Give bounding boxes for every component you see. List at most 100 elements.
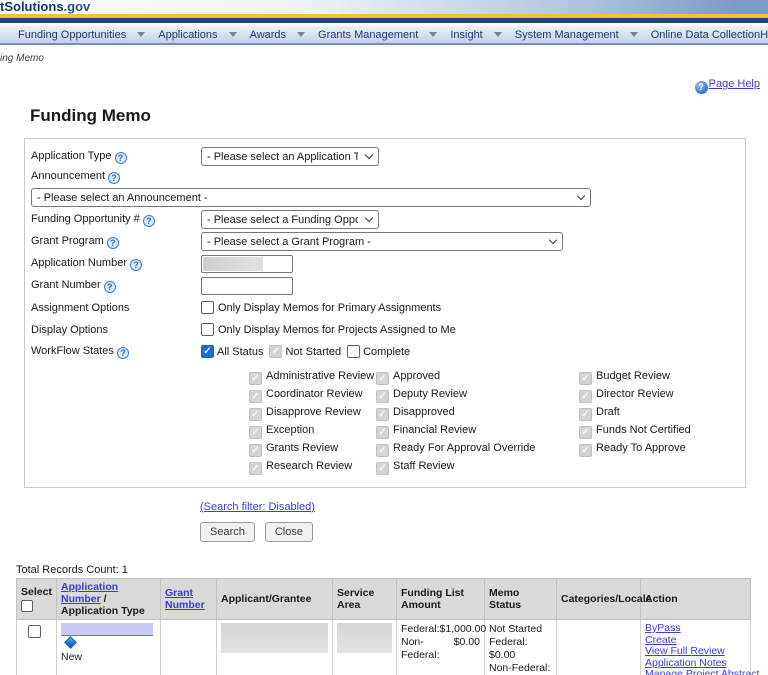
help-icon[interactable]: ? bbox=[107, 237, 119, 249]
info-diamond-icon[interactable] bbox=[64, 636, 77, 649]
all-status-checkbox[interactable]: ✓ bbox=[201, 345, 214, 358]
projects-assigned-checkbox[interactable]: ✓ bbox=[201, 323, 214, 336]
help-icon[interactable]: ? bbox=[117, 347, 129, 359]
header-separator: / bbox=[101, 593, 107, 605]
funding-opportunity-select[interactable]: - Please select a Funding Opportunity # … bbox=[201, 210, 379, 229]
help-icon[interactable]: ? bbox=[108, 172, 120, 184]
field-label: Application Type bbox=[31, 150, 112, 162]
grant-program-value: - Please select a Grant Program - bbox=[207, 236, 371, 248]
page-help-icon[interactable]: ? bbox=[695, 81, 708, 94]
search-button[interactable]: Search bbox=[200, 522, 255, 542]
grant-number-row: Grant Number? bbox=[31, 276, 739, 295]
grant-number-input[interactable] bbox=[201, 277, 293, 295]
chevron-down-icon[interactable] bbox=[630, 32, 638, 37]
application-type-row: Application Type? - Please select an App… bbox=[31, 147, 739, 166]
workflow-state-checkbox[interactable]: ✓ bbox=[376, 426, 389, 439]
chevron-down-icon[interactable] bbox=[494, 32, 502, 37]
application-type-select[interactable]: - Please select an Application Type - bbox=[201, 147, 379, 166]
site-logo[interactable]: tSolutions.gov bbox=[0, 0, 90, 14]
table-header-row: Select ✓ Application Number / Applicatio… bbox=[17, 579, 751, 620]
action-link-bypass[interactable]: ByPass bbox=[645, 623, 746, 635]
row-select-checkbox[interactable]: ✓ bbox=[28, 625, 41, 638]
workflow-state-label: Grants Review bbox=[266, 442, 338, 454]
breadcrumb: ing Memo bbox=[0, 53, 768, 64]
select-all-checkbox[interactable]: ✓ bbox=[21, 600, 33, 612]
help-icon[interactable]: ? bbox=[130, 259, 142, 271]
workflow-state-checkbox[interactable]: ✓ bbox=[376, 408, 389, 421]
chevron-down-icon[interactable] bbox=[229, 32, 237, 37]
workflow-state-checkbox[interactable]: ✓ bbox=[579, 372, 592, 385]
nav-item-applications[interactable]: Applications bbox=[158, 29, 217, 41]
nav-items: Funding Opportunities Applications Awards G… bbox=[18, 29, 760, 41]
application-number-redacted-link[interactable] bbox=[61, 623, 153, 636]
workflow-state-checkbox[interactable]: ✓ bbox=[579, 408, 592, 421]
nav-item-system-management[interactable]: System Management bbox=[515, 29, 619, 41]
not-started-checkbox[interactable]: ✓ bbox=[269, 345, 282, 358]
chevron-down-icon[interactable] bbox=[429, 32, 437, 37]
col-memo-status: Memo Status bbox=[485, 579, 557, 620]
col-select: Select ✓ bbox=[17, 579, 57, 620]
funding-opportunity-row: Funding Opportunity #? - Please select a… bbox=[31, 210, 739, 229]
workflow-state-checkbox[interactable]: ✓ bbox=[249, 462, 262, 475]
sort-application-number-link[interactable]: Application Number bbox=[61, 581, 118, 605]
close-button[interactable]: Close bbox=[265, 522, 313, 542]
workflow-state-checkbox[interactable]: ✓ bbox=[579, 444, 592, 457]
workflow-state-option: ✓ Financial Review bbox=[376, 424, 579, 439]
workflow-state-checkbox[interactable]: ✓ bbox=[579, 390, 592, 403]
workflow-state-option: ✓Director Review bbox=[579, 388, 739, 403]
workflow-state-checkbox[interactable]: ✓ bbox=[249, 408, 262, 421]
action-link-manage-project-abstract[interactable]: Manage Project Abstract bbox=[645, 669, 746, 675]
announcement-label: Announcement? bbox=[31, 170, 201, 184]
primary-assignments-checkbox[interactable]: ✓ bbox=[201, 301, 214, 314]
nav-item-grants-management[interactable]: Grants Management bbox=[318, 29, 418, 41]
nav-item-help-support[interactable]: Help/Support bbox=[760, 29, 768, 41]
chevron-down-icon[interactable] bbox=[297, 32, 305, 37]
memo-status-line: Not Started bbox=[489, 623, 552, 636]
announcement-value: - Please select an Announcement - bbox=[37, 192, 208, 204]
table-row: ✓ New Federal:$1,000.00Non-Federal:$0.00… bbox=[17, 620, 751, 675]
nav-item-funding-opportunities[interactable]: Funding Opportunities bbox=[18, 29, 126, 41]
workflow-state-option: ✓Draft bbox=[579, 406, 739, 421]
projects-assigned-label: Only Display Memos for Projects Assigned… bbox=[218, 324, 456, 336]
search-filter-row: (Search filter: Disabled) bbox=[200, 501, 768, 513]
field-label: Grant Number bbox=[31, 279, 101, 291]
help-icon[interactable]: ? bbox=[143, 215, 155, 227]
help-icon[interactable]: ? bbox=[115, 152, 127, 164]
funding-label: Federal: bbox=[401, 623, 440, 636]
nav-item-online-data-collection[interactable]: Online Data Collection bbox=[651, 29, 760, 41]
workflow-state-option: ✓ Staff Review bbox=[376, 460, 579, 475]
workflow-state-checkbox[interactable]: ✓ bbox=[249, 390, 262, 403]
workflow-state-checkbox[interactable]: ✓ bbox=[249, 372, 262, 385]
workflow-state-option: ✓Budget Review bbox=[579, 370, 739, 385]
workflow-state-label: Financial Review bbox=[393, 424, 476, 436]
workflow-state-checkbox[interactable]: ✓ bbox=[579, 426, 592, 439]
workflow-state-checkbox[interactable]: ✓ bbox=[376, 372, 389, 385]
page-help-link[interactable]: Page Help bbox=[709, 78, 760, 90]
workflow-state-option: ✓Approved bbox=[376, 370, 579, 385]
funding-opportunity-value: - Please select a Funding Opportunity # … bbox=[207, 214, 358, 226]
workflow-state-option: ✓Funds Not Certified bbox=[579, 424, 739, 439]
workflow-state-checkbox[interactable]: ✓ bbox=[376, 444, 389, 457]
announcement-select[interactable]: - Please select an Announcement - bbox=[31, 188, 591, 207]
workflow-state-label: Deputy Review bbox=[393, 388, 467, 400]
grant-program-select[interactable]: - Please select a Grant Program - bbox=[201, 232, 563, 251]
col-application-type-label: Application Type bbox=[61, 605, 156, 617]
complete-checkbox[interactable]: ✓ bbox=[347, 345, 360, 358]
cell-funding-list-amount: Federal:$1,000.00Non-Federal:$0.00 bbox=[397, 620, 485, 675]
cell-applicant bbox=[217, 620, 333, 675]
nav-item-awards[interactable]: Awards bbox=[250, 29, 286, 41]
workflow-state-checkbox[interactable]: ✓ bbox=[249, 444, 262, 457]
nav-item-insight[interactable]: Insight bbox=[450, 29, 482, 41]
sort-grant-number-link[interactable]: Grant Number bbox=[165, 587, 205, 611]
funding-amount: $1,000.00 bbox=[440, 623, 487, 636]
workflow-state-checkbox[interactable]: ✓ bbox=[376, 390, 389, 403]
workflow-state-checkbox[interactable]: ✓ bbox=[249, 426, 262, 439]
workflow-state-checkbox[interactable]: ✓ bbox=[376, 462, 389, 475]
memo-status-lines: Not StartedFederal: $0.00Non-Federal: $0… bbox=[489, 623, 552, 675]
workflow-state-label: Staff Review bbox=[393, 460, 455, 472]
chevron-down-icon[interactable] bbox=[137, 32, 145, 37]
application-number-input[interactable] bbox=[201, 255, 293, 273]
search-filter-link[interactable]: (Search filter: Disabled) bbox=[200, 501, 315, 513]
workflow-states-label: WorkFlow States? bbox=[31, 345, 201, 359]
help-icon[interactable]: ? bbox=[104, 281, 116, 293]
